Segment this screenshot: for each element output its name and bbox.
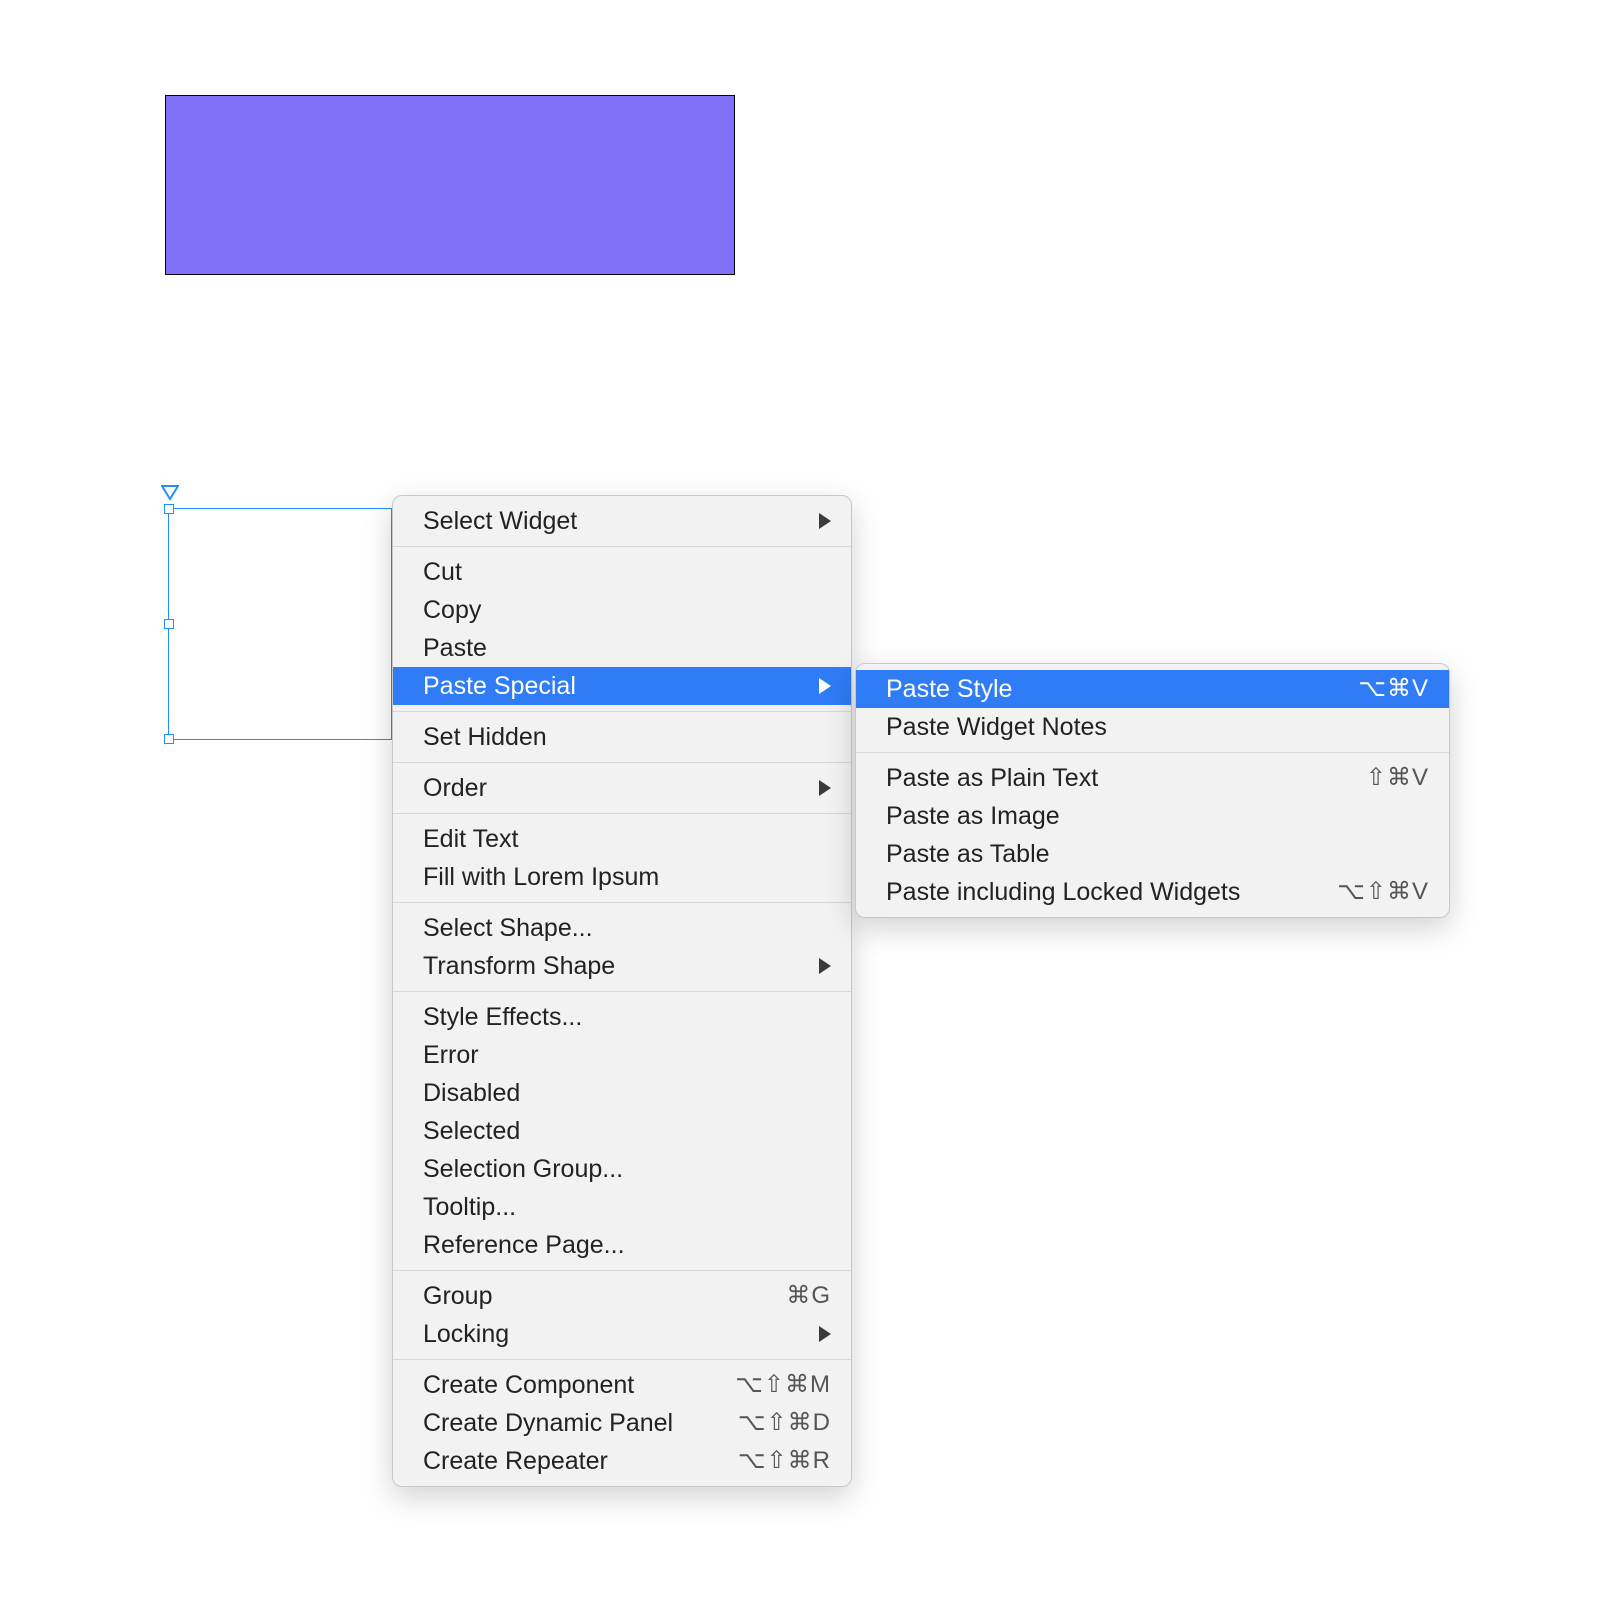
canvas-rectangle-filled[interactable] — [165, 95, 735, 275]
menu-item-order[interactable]: Order — [393, 769, 851, 807]
menu-item-paste-special[interactable]: Paste Special — [393, 667, 851, 705]
menu-separator — [393, 546, 851, 547]
menu-item-select-shape[interactable]: Select Shape... — [393, 909, 851, 947]
menu-item-transform-shape[interactable]: Transform Shape — [393, 947, 851, 985]
chevron-right-icon — [819, 678, 831, 694]
menu-item-create-component[interactable]: Create Component ⌥⇧⌘M — [393, 1366, 851, 1404]
menu-item-label: Error — [423, 1037, 479, 1073]
menu-item-shortcut: ⇧⌘V — [1366, 760, 1429, 796]
selection-handle-mid-left[interactable] — [164, 619, 174, 629]
menu-item-label: Tooltip... — [423, 1189, 516, 1225]
selection-handle-bottom-left[interactable] — [164, 734, 174, 744]
menu-item-edit-text[interactable]: Edit Text — [393, 820, 851, 858]
menu-item-paste[interactable]: Paste — [393, 629, 851, 667]
menu-item-tooltip[interactable]: Tooltip... — [393, 1188, 851, 1226]
menu-item-selection-group[interactable]: Selection Group... — [393, 1150, 851, 1188]
menu-item-label: Paste Special — [423, 668, 576, 704]
menu-item-right: ⌥⇧⌘M — [735, 1367, 831, 1403]
menu-item-shortcut: ⌥⇧⌘V — [1337, 874, 1429, 910]
menu-item-set-hidden[interactable]: Set Hidden — [393, 718, 851, 756]
menu-item-selected[interactable]: Selected — [393, 1112, 851, 1150]
menu-item-shortcut: ⌥⇧⌘D — [738, 1405, 831, 1441]
menu-item-label: Reference Page... — [423, 1227, 625, 1263]
menu-separator — [393, 1270, 851, 1271]
menu-item-shortcut: ⌥⇧⌘R — [738, 1443, 831, 1479]
menu-item-paste-including-locked-widgets[interactable]: Paste including Locked Widgets ⌥⇧⌘V — [856, 873, 1449, 911]
menu-item-right — [819, 958, 831, 974]
menu-item-right — [819, 1326, 831, 1342]
menu-item-right: ⌘G — [786, 1278, 831, 1314]
menu-item-label: Paste as Plain Text — [886, 760, 1098, 796]
menu-item-style-effects[interactable]: Style Effects... — [393, 998, 851, 1036]
menu-item-locking[interactable]: Locking — [393, 1315, 851, 1353]
chevron-right-icon — [819, 513, 831, 529]
menu-item-label: Cut — [423, 554, 462, 590]
menu-item-right — [819, 678, 831, 694]
menu-item-right: ⌥⇧⌘D — [738, 1405, 831, 1441]
menu-item-label: Paste — [423, 630, 487, 666]
menu-item-right: ⇧⌘V — [1366, 760, 1429, 796]
menu-item-label: Style Effects... — [423, 999, 582, 1035]
menu-item-right: ⌥⇧⌘V — [1337, 874, 1429, 910]
menu-item-label: Fill with Lorem Ipsum — [423, 859, 659, 895]
menu-separator — [393, 813, 851, 814]
menu-item-label: Edit Text — [423, 821, 518, 857]
menu-item-create-dynamic-panel[interactable]: Create Dynamic Panel ⌥⇧⌘D — [393, 1404, 851, 1442]
menu-item-label: Selection Group... — [423, 1151, 623, 1187]
menu-item-label: Paste including Locked Widgets — [886, 874, 1240, 910]
menu-item-label: Create Component — [423, 1367, 634, 1403]
menu-item-label: Paste as Image — [886, 798, 1060, 834]
menu-item-label: Locking — [423, 1316, 509, 1352]
menu-item-right — [819, 513, 831, 529]
menu-separator — [393, 902, 851, 903]
menu-item-copy[interactable]: Copy — [393, 591, 851, 629]
menu-item-right: ⌥⇧⌘R — [738, 1443, 831, 1479]
menu-item-label: Select Widget — [423, 503, 577, 539]
menu-item-label: Paste Style — [886, 671, 1012, 707]
menu-item-shortcut: ⌥⇧⌘M — [735, 1367, 831, 1403]
menu-item-label: Select Shape... — [423, 910, 593, 946]
menu-item-label: Copy — [423, 592, 481, 628]
menu-item-paste-widget-notes[interactable]: Paste Widget Notes — [856, 708, 1449, 746]
menu-item-shortcut: ⌘G — [786, 1278, 831, 1314]
menu-item-label: Group — [423, 1278, 492, 1314]
menu-item-create-repeater[interactable]: Create Repeater ⌥⇧⌘R — [393, 1442, 851, 1480]
menu-item-shortcut: ⌥⌘V — [1358, 671, 1429, 707]
menu-item-paste-as-plain-text[interactable]: Paste as Plain Text ⇧⌘V — [856, 759, 1449, 797]
menu-item-error[interactable]: Error — [393, 1036, 851, 1074]
menu-separator — [393, 762, 851, 763]
menu-item-paste-as-image[interactable]: Paste as Image — [856, 797, 1449, 835]
menu-item-select-widget[interactable]: Select Widget — [393, 502, 851, 540]
menu-item-label: Paste Widget Notes — [886, 709, 1107, 745]
menu-item-label: Disabled — [423, 1075, 520, 1111]
menu-item-reference-page[interactable]: Reference Page... — [393, 1226, 851, 1264]
menu-item-label: Create Repeater — [423, 1443, 608, 1479]
chevron-right-icon — [819, 958, 831, 974]
menu-separator — [856, 752, 1449, 753]
menu-separator — [393, 991, 851, 992]
chevron-right-icon — [819, 780, 831, 796]
menu-item-right: ⌥⌘V — [1358, 671, 1429, 707]
menu-item-paste-as-table[interactable]: Paste as Table — [856, 835, 1449, 873]
menu-item-label: Selected — [423, 1113, 520, 1149]
context-submenu-paste-special[interactable]: Paste Style ⌥⌘V Paste Widget Notes Paste as… — [855, 663, 1450, 918]
menu-item-right — [819, 780, 831, 796]
menu-item-label: Create Dynamic Panel — [423, 1405, 673, 1441]
menu-item-label: Transform Shape — [423, 948, 615, 984]
chevron-right-icon — [819, 1326, 831, 1342]
menu-separator — [393, 1359, 851, 1360]
menu-item-disabled[interactable]: Disabled — [393, 1074, 851, 1112]
menu-item-group[interactable]: Group ⌘G — [393, 1277, 851, 1315]
context-menu[interactable]: Select Widget CutCopyPastePaste Special Se… — [392, 495, 852, 1487]
menu-item-cut[interactable]: Cut — [393, 553, 851, 591]
menu-item-fill-with-lorem-ipsum[interactable]: Fill with Lorem Ipsum — [393, 858, 851, 896]
menu-item-label: Order — [423, 770, 487, 806]
menu-item-label: Paste as Table — [886, 836, 1050, 872]
menu-separator — [393, 711, 851, 712]
selection-connector-indicator — [161, 485, 179, 501]
menu-item-label: Set Hidden — [423, 719, 547, 755]
selection-bounding-box[interactable] — [168, 508, 392, 740]
selection-handle-top-left[interactable] — [164, 504, 174, 514]
menu-item-paste-style[interactable]: Paste Style ⌥⌘V — [856, 670, 1449, 708]
